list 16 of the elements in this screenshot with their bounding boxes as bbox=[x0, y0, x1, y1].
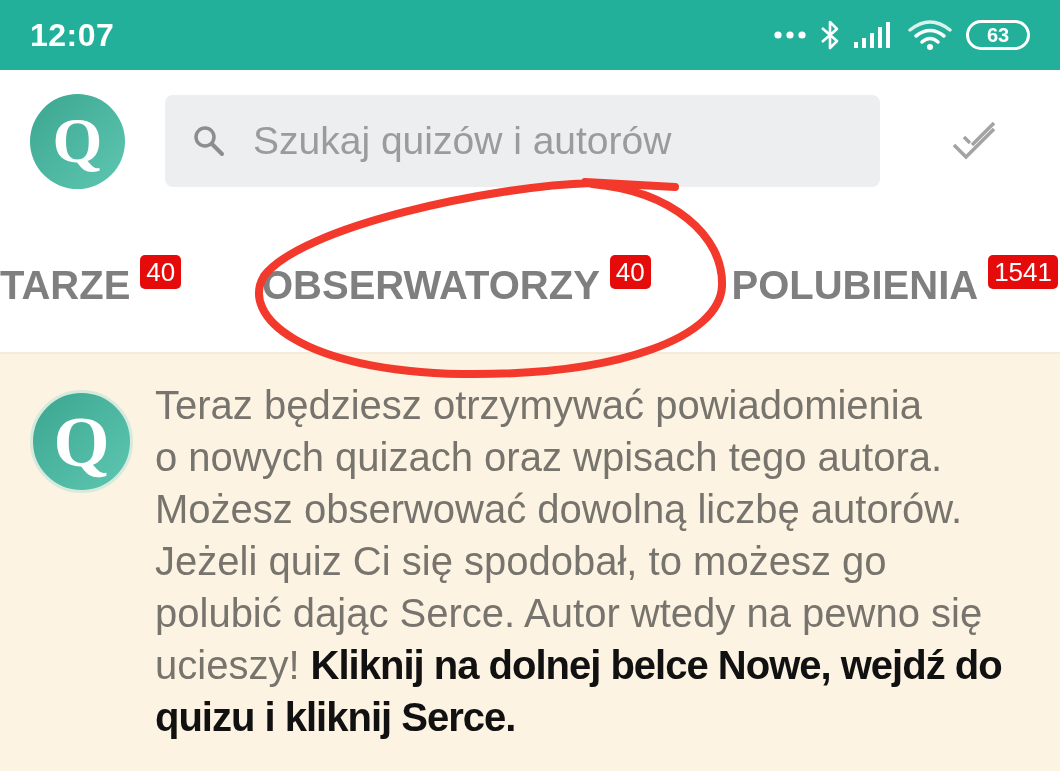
battery-indicator: 63 bbox=[966, 20, 1030, 50]
search-field[interactable]: Szukaj quizów i autorów bbox=[165, 95, 880, 187]
author-avatar: Q bbox=[30, 390, 133, 493]
search-icon bbox=[193, 125, 225, 157]
more-dots-icon bbox=[774, 31, 806, 39]
app-logo: Q bbox=[30, 93, 125, 189]
wifi-icon bbox=[908, 20, 952, 50]
notice-text: Teraz będziesz otrzymywać powiadomienia o nowych quizach oraz wpisach tego autora. Możesz obserwować dowolną liczbę autorów. Jeżeli quiz Ci się spodobał, to możesz go polubić dając Serce. Autor wtedy na pewno się ucieszy! Kliknij na dolnej belce Nowe, wejdź do quizu i kliknij Serce. bbox=[155, 382, 1003, 741]
tab[interactable]: POLUBIENIA bbox=[731, 261, 979, 309]
count-badge: 1541 bbox=[988, 255, 1058, 289]
clock-time: 12:07 bbox=[30, 16, 115, 54]
tab[interactable]: TARZE bbox=[0, 261, 131, 309]
bluetooth-icon bbox=[820, 19, 840, 51]
tab[interactable]: OBSERWATORZY bbox=[262, 261, 600, 309]
count-badge: 40 bbox=[140, 255, 182, 289]
count-badge: 40 bbox=[609, 255, 651, 289]
